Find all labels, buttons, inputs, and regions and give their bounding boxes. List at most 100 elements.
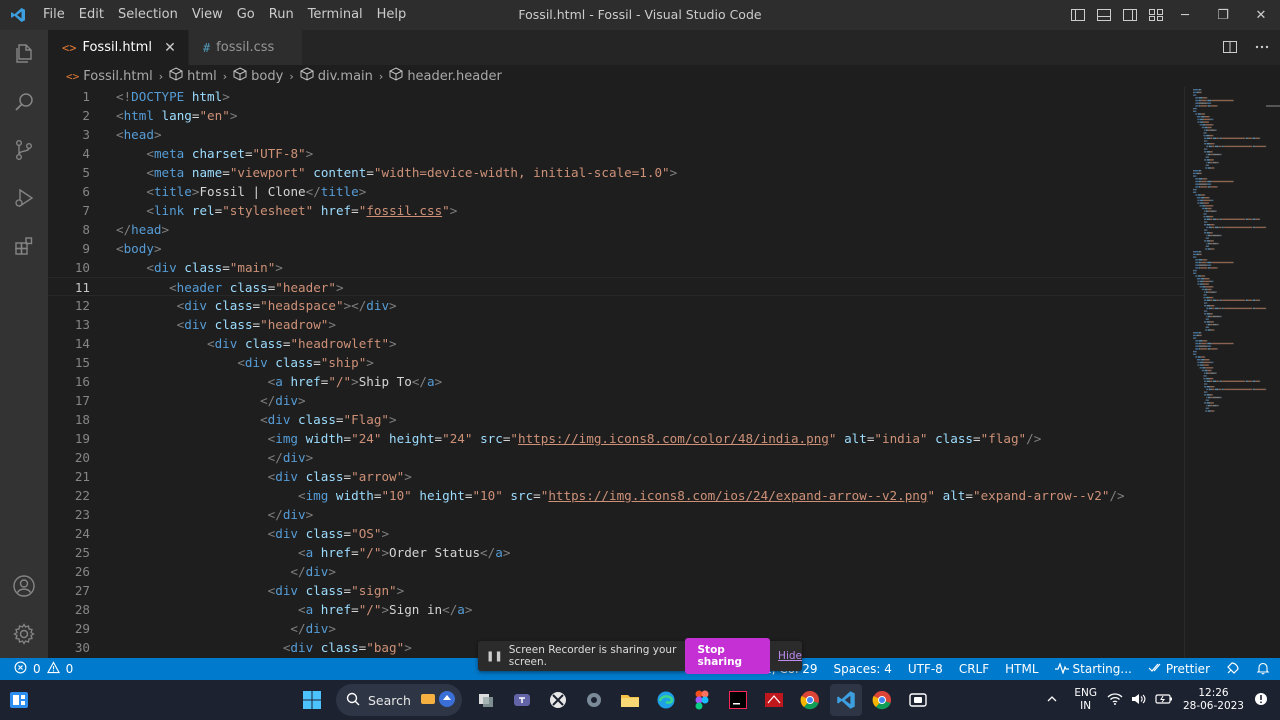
show-hidden-icons-chevron-icon[interactable] [1046,693,1058,708]
toggle-secondary-sidebar-icon[interactable] [1122,7,1138,23]
language-mode[interactable]: HTML [1005,662,1038,676]
minimap-token [1255,218,1256,220]
menu-terminal[interactable]: Terminal [301,0,370,30]
menu-help[interactable]: Help [370,0,414,30]
breadcrumb-div-main[interactable]: div.main [300,67,373,85]
code-line[interactable]: 15 <div class="ship"> [48,353,1184,372]
explorer-icon[interactable] [0,30,48,78]
run-debug-icon[interactable] [0,174,48,222]
input-language[interactable]: ENG IN [1074,687,1097,713]
restore-button[interactable]: ❐ [1204,0,1242,30]
close-tab-icon[interactable]: ✕ [162,40,178,56]
feedback-icon[interactable] [1226,661,1240,678]
breadcrumb-body[interactable]: body [233,67,283,85]
search-icon[interactable] [0,78,48,126]
code-line[interactable]: 1 <!DOCTYPE html> [48,87,1184,106]
encoding[interactable]: UTF-8 [908,662,943,676]
battery-icon[interactable] [1155,692,1173,709]
minimize-button[interactable]: ─ [1166,0,1204,30]
split-editor-icon[interactable] [1222,39,1238,59]
code-line[interactable]: 12 <div class="headspace"></div> [48,296,1184,315]
screen-recorder-icon[interactable] [902,684,934,716]
code-line[interactable]: 28 <a href="/">Sign in</a> [48,600,1184,619]
code-line[interactable]: 9 <body> [48,239,1184,258]
code-line[interactable]: 11 <header class="header"> [48,277,1184,296]
volume-icon[interactable] [1131,692,1147,709]
red-app-icon[interactable] [758,684,790,716]
code-line[interactable]: 21 <div class="arrow"> [48,467,1184,486]
code-editor[interactable]: 1 <!DOCTYPE html> 2 <html lang="en"> 3 <head>… [48,87,1184,658]
code-line[interactable]: 8 </head> [48,220,1184,239]
code-line[interactable]: 10 <div class="main"> [48,258,1184,277]
chrome-icon[interactable] [794,684,826,716]
code-line[interactable]: 19 <img width="24" height="24" src="http… [48,429,1184,448]
indentation[interactable]: Spaces: 4 [834,662,892,676]
code-line[interactable]: 27 <div class="sign"> [48,581,1184,600]
code-line[interactable]: 7 <link rel="stylesheet" href="fossil.cs… [48,201,1184,220]
figma-icon[interactable] [686,684,718,716]
code-line[interactable]: 24 <div class="OS"> [48,524,1184,543]
code-line[interactable]: 2 <html lang="en"> [48,106,1184,125]
code-line[interactable]: 5 <meta name="viewport" content="width=d… [48,163,1184,182]
toggle-primary-sidebar-icon[interactable] [1070,7,1086,23]
code-line[interactable]: 26 </div> [48,562,1184,581]
customize-layout-icon[interactable] [1148,7,1164,23]
end-of-line[interactable]: CRLF [959,662,989,676]
menu-view[interactable]: View [185,0,230,30]
stop-sharing-button[interactable]: Stop sharing [685,638,771,674]
menu-run[interactable]: Run [262,0,301,30]
notification-center-icon[interactable] [1254,692,1268,709]
problems-indicator[interactable]: 0 0 [0,661,73,677]
edge-browser-icon[interactable] [650,684,682,716]
taskbar-search[interactable]: Search [336,684,462,716]
breadcrumb-file[interactable]: <> Fossil.html [66,69,153,84]
more-actions-icon[interactable] [1254,39,1270,59]
notifications-bell-icon[interactable] [1256,661,1270,678]
chrome-profile-icon[interactable] [866,684,898,716]
widgets-icon[interactable] [8,689,30,711]
toggle-panel-icon[interactable] [1096,7,1112,23]
manage-gear-icon[interactable] [0,610,48,658]
code-line[interactable]: 3 <head> [48,125,1184,144]
xbox-icon[interactable] [542,684,574,716]
accounts-icon[interactable] [0,562,48,610]
live-server-status[interactable]: Starting... [1054,661,1132,677]
code-line[interactable]: 22 <img width="10" height="10" src="http… [48,486,1184,505]
code-line[interactable]: 6 <title>Fossil | Clone</title> [48,182,1184,201]
code-line[interactable]: 17 </div> [48,391,1184,410]
code-line[interactable]: 29 </div> [48,619,1184,638]
breadcrumb-header[interactable]: header.header [389,67,502,85]
code-line[interactable]: 4 <meta charset="UTF-8"> [48,144,1184,163]
menu-go[interactable]: Go [230,0,262,30]
task-view-icon[interactable] [470,684,502,716]
settings-app-icon[interactable] [578,684,610,716]
minimap-scroll-indicator[interactable] [1266,105,1280,107]
hide-banner-link[interactable]: Hide [778,650,802,662]
tab-fossil-css[interactable]: # fossil.css [188,30,304,65]
start-button[interactable] [296,684,328,716]
tab-fossil-html[interactable]: <> Fossil.html ✕ [48,30,189,65]
jetbrains-icon[interactable] [722,684,754,716]
breadcrumb-html[interactable]: html [169,67,217,85]
code-line[interactable]: 18 <div class="Flag"> [48,410,1184,429]
menu-file[interactable]: File [36,0,72,30]
code-line[interactable]: 16 <a href="/">Ship To</a> [48,372,1184,391]
file-explorer-icon[interactable] [614,684,646,716]
vscode-taskbar-icon[interactable] [830,684,862,716]
menu-edit[interactable]: Edit [72,0,111,30]
source-control-icon[interactable] [0,126,48,174]
wifi-icon[interactable] [1107,692,1123,709]
menu-selection[interactable]: Selection [111,0,185,30]
minimap-token [1221,234,1222,237]
code-line[interactable]: 13 <div class="headrow"> [48,315,1184,334]
code-line[interactable]: 25 <a href="/">Order Status</a> [48,543,1184,562]
minimap[interactable] [1184,87,1280,658]
code-line[interactable]: 23 </div> [48,505,1184,524]
code-line[interactable]: 20 </div> [48,448,1184,467]
close-window-button[interactable]: ✕ [1242,0,1280,30]
clock[interactable]: 12:26 28-06-2023 [1183,687,1244,713]
code-line[interactable]: 14 <div class="headrowleft"> [48,334,1184,353]
teams-chat-icon[interactable] [506,684,538,716]
extensions-icon[interactable] [0,222,48,270]
prettier-status[interactable]: Prettier [1148,662,1210,677]
